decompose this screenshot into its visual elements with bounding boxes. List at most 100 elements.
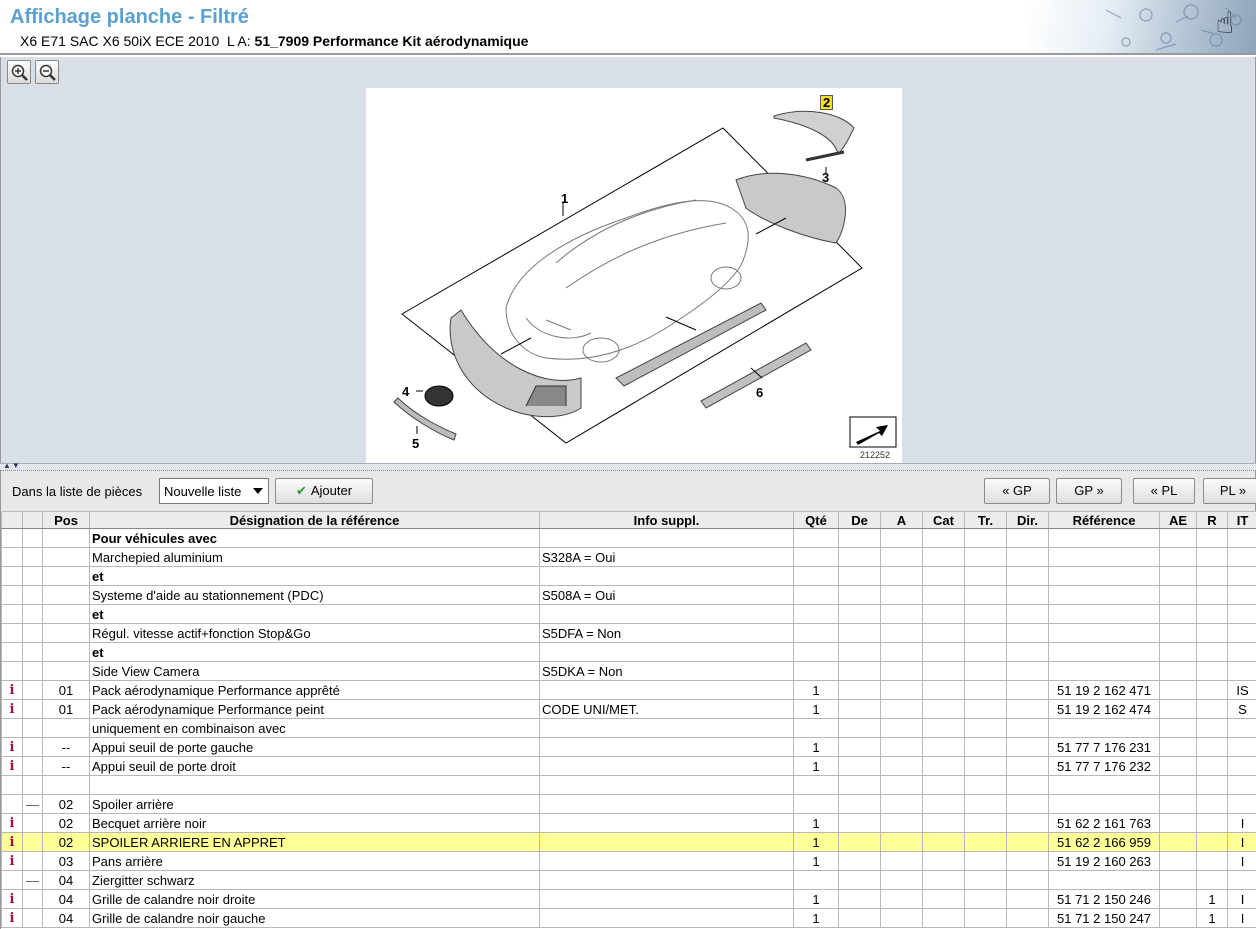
col-header-r[interactable]: R	[1196, 511, 1228, 529]
parts-list-select[interactable]: Nouvelle liste	[159, 478, 269, 504]
collapse-icon[interactable]: —	[25, 873, 40, 888]
col-header-designation[interactable]: Désignation de la référence	[89, 511, 540, 529]
table-row[interactable]	[1, 775, 1256, 795]
table-row[interactable]: i 01 Pack aérodynamique Performance apprêt…	[1, 680, 1256, 700]
col-header-pos[interactable]: Pos	[42, 511, 90, 529]
prev-plate-button[interactable]: « PL	[1133, 478, 1195, 504]
it-cell	[1227, 528, 1256, 548]
callout-2[interactable]: 2	[820, 95, 834, 110]
info-icon[interactable]: i	[4, 759, 20, 774]
table-row[interactable]: Régul. vitesse actif+fonction Stop&Go S5D…	[1, 623, 1256, 643]
callout-3[interactable]: 3	[822, 170, 829, 185]
info-icon[interactable]: i	[4, 740, 20, 755]
it-cell	[1227, 775, 1256, 795]
tr-cell	[964, 737, 1007, 757]
r-cell: 1	[1196, 889, 1228, 909]
collapse-icon[interactable]: —	[25, 797, 40, 812]
info-icon-cell	[1, 566, 23, 586]
info-cell	[539, 851, 794, 871]
exploded-view-drawing	[393, 110, 897, 448]
info-icon[interactable]: i	[4, 816, 20, 831]
table-row[interactable]: et	[1, 642, 1256, 662]
parts-diagram[interactable]: 1 2 3 4 5 6 212252	[366, 88, 902, 463]
table-row[interactable]: Side View Camera S5DKA = Non	[1, 661, 1256, 681]
col-header-tr[interactable]: Tr.	[964, 511, 1007, 529]
ae-cell	[1159, 889, 1197, 909]
table-row[interactable]: —04 Ziergitter schwarz	[1, 870, 1256, 890]
add-button[interactable]: ✔ Ajouter	[275, 478, 373, 504]
col-header-it[interactable]: IT	[1227, 511, 1256, 529]
parts-list-label: Dans la liste de pièces	[12, 484, 143, 499]
col-header-dir[interactable]: Dir.	[1006, 511, 1049, 529]
table-row[interactable]: i 02 Becquet arrière noir 1 51 62 2 161 763 I	[1, 813, 1256, 833]
r-cell	[1196, 680, 1228, 700]
callout-1[interactable]: 1	[561, 191, 568, 206]
it-cell	[1227, 870, 1256, 890]
a-cell	[880, 528, 923, 548]
table-row[interactable]: i -- Appui seuil de porte gauche 1 51 77 7 1…	[1, 737, 1256, 757]
table-row[interactable]: uniquement en combinaison avec	[1, 718, 1256, 738]
a-cell	[880, 547, 923, 567]
splitter-arrows-icon[interactable]: ▲▼	[3, 461, 21, 470]
r-cell	[1196, 585, 1228, 605]
expand-cell	[22, 699, 43, 719]
table-row[interactable]: i 02 SPOILER ARRIERE EN APPRET 1 51 62 2 166…	[1, 832, 1256, 852]
dir-cell	[1006, 566, 1049, 586]
table-row[interactable]: i 03 Pans arrière 1 51 19 2 160 263 I	[1, 851, 1256, 871]
parts-list-toolbar: Dans la liste de pièces Nouvelle liste ✔…	[0, 471, 1256, 511]
de-cell	[838, 813, 881, 833]
callout-5[interactable]: 5	[412, 436, 419, 451]
designation-cell: Spoiler arrière	[89, 794, 540, 814]
info-icon[interactable]: i	[4, 702, 20, 717]
table-row[interactable]: i 04 Grille de calandre noir droite 1 51 71 …	[1, 889, 1256, 909]
figure-number: 212252	[860, 450, 891, 460]
r-cell	[1196, 832, 1228, 852]
col-header-a[interactable]: A	[880, 511, 923, 529]
table-row[interactable]: i 04 Grille de calandre noir gauche 1 51 71 …	[1, 908, 1256, 928]
col-header-de[interactable]: De	[838, 511, 881, 529]
col-header-cat[interactable]: Cat	[922, 511, 965, 529]
col-header-icon[interactable]	[1, 511, 23, 529]
cat-cell	[922, 908, 965, 928]
col-header-info[interactable]: Info suppl.	[539, 511, 794, 529]
reference-cell: 51 77 7 176 232	[1048, 756, 1160, 776]
info-icon-cell: i	[1, 756, 23, 776]
callout-6[interactable]: 6	[756, 385, 763, 400]
panel-splitter[interactable]: ▲▼	[0, 461, 1256, 471]
table-row[interactable]: Pour véhicules avec	[1, 528, 1256, 548]
callout-4[interactable]: 4	[402, 384, 409, 399]
info-cell	[539, 604, 794, 624]
table-row[interactable]: Marchepied aluminium S328A = Oui	[1, 547, 1256, 567]
info-icon[interactable]: i	[4, 835, 20, 850]
next-plate-button[interactable]: PL »	[1203, 478, 1256, 504]
table-row[interactable]: i 01 Pack aérodynamique Performance peint C…	[1, 699, 1256, 719]
designation-cell: Marchepied aluminium	[89, 547, 540, 567]
table-row[interactable]: et	[1, 604, 1256, 624]
tr-cell	[964, 680, 1007, 700]
table-row[interactable]: et	[1, 566, 1256, 586]
col-header-qty[interactable]: Qté	[793, 511, 839, 529]
table-row[interactable]: Systeme d'aide au stationnement (PDC) S50…	[1, 585, 1256, 605]
info-icon[interactable]: i	[4, 854, 20, 869]
table-row[interactable]: —02 Spoiler arrière	[1, 794, 1256, 814]
col-header-reference[interactable]: Référence	[1048, 511, 1160, 529]
next-group-button[interactable]: GP »	[1056, 478, 1122, 504]
info-icon[interactable]: i	[4, 683, 20, 698]
de-cell	[838, 623, 881, 643]
zoom-out-button[interactable]	[35, 60, 59, 84]
expand-cell	[22, 661, 43, 681]
reference-cell: 51 71 2 150 247	[1048, 908, 1160, 928]
r-cell	[1196, 547, 1228, 567]
info-icon-cell	[1, 775, 23, 795]
zoom-in-button[interactable]	[7, 60, 31, 84]
table-row[interactable]: i -- Appui seuil de porte droit 1 51 77 7 17…	[1, 756, 1256, 776]
col-header-ae[interactable]: AE	[1159, 511, 1197, 529]
it-cell	[1227, 794, 1256, 814]
prev-group-button[interactable]: « GP	[984, 478, 1050, 504]
info-icon[interactable]: i	[4, 911, 20, 926]
expand-cell	[22, 623, 43, 643]
col-header-expand[interactable]	[22, 511, 43, 529]
info-icon[interactable]: i	[4, 892, 20, 907]
de-cell	[838, 604, 881, 624]
de-cell	[838, 775, 881, 795]
